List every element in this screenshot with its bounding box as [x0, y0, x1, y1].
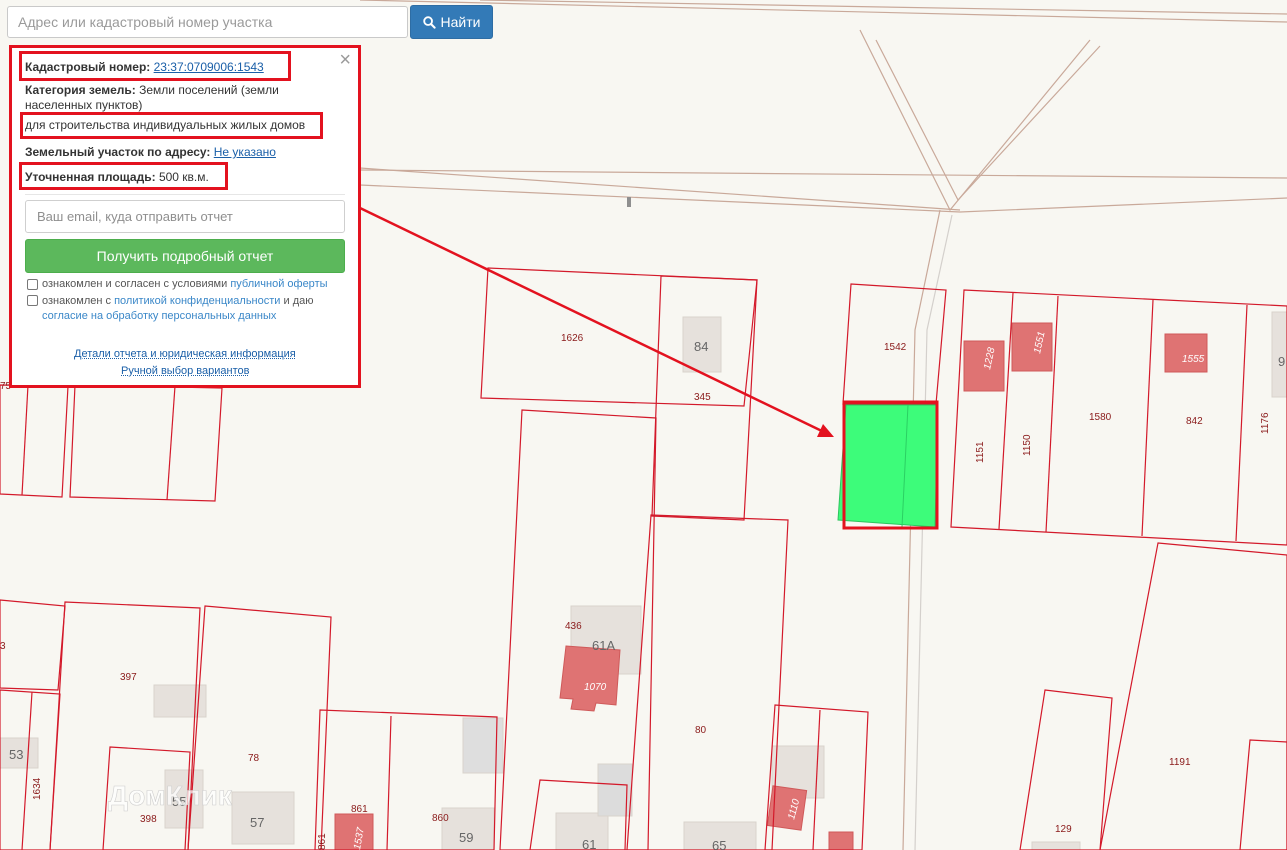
plot-label: 860	[432, 813, 449, 824]
area-highlight	[19, 162, 228, 190]
plot-label: 1176	[1260, 412, 1271, 434]
privacy-agreement: ознакомлен с политикой конфиденциальност…	[42, 294, 342, 324]
parcel-info-panel: × Кадастровый номер: 23:37:0709006:1543 …	[9, 45, 361, 388]
plot-label: 436	[565, 621, 582, 632]
house-number: 61А	[592, 638, 615, 653]
house-number: 57	[250, 815, 264, 830]
plot-label: 861	[317, 833, 328, 850]
house-number: 84	[694, 339, 708, 354]
get-report-button[interactable]: Получить подробный отчет	[25, 239, 345, 273]
search-bar	[7, 6, 408, 38]
privacy-agreement-text: ознакомлен с	[42, 295, 112, 307]
house-number: 59	[459, 830, 473, 845]
address-link[interactable]: Не указано	[214, 145, 276, 159]
cadastral-number-highlight	[19, 51, 291, 81]
marker-icon	[627, 197, 631, 207]
plot-label: 1542	[884, 342, 907, 353]
plot-label: 842	[1186, 416, 1203, 427]
address-row: Земельный участок по адресу: Не указано	[25, 145, 276, 159]
offer-link[interactable]: публичной оферты	[230, 278, 327, 290]
plot-label: 1150	[1022, 434, 1033, 456]
report-details-link[interactable]: Детали отчета и юридическая информация	[74, 348, 296, 360]
plot-label: 397	[120, 672, 137, 683]
manual-selection-link[interactable]: Ручной выбор вариантов	[121, 365, 249, 377]
offer-agreement: ознакомлен и согласен с условиями публич…	[42, 278, 328, 290]
land-category-label: Категория земель:	[25, 83, 136, 97]
plot-label: 1580	[1089, 412, 1112, 423]
privacy-agreement-mid: и даю	[283, 295, 314, 307]
plot-label: 398	[140, 814, 157, 825]
house-number: 61	[582, 837, 596, 850]
selected-parcel[interactable]	[837, 404, 939, 528]
offer-checkbox[interactable]	[27, 279, 38, 290]
plot-label: 129	[1055, 824, 1072, 835]
plot-label: 861	[351, 804, 368, 815]
land-category-row: Категория земель: Земли поселений (земли…	[25, 83, 300, 113]
plot-label: 80	[695, 725, 707, 736]
offer-agreement-text: ознакомлен и согласен с условиями	[42, 278, 228, 290]
consent-link[interactable]: согласие на обработку персональных данны…	[42, 310, 276, 322]
plot-label: 78	[248, 753, 260, 764]
house-number: 9	[1278, 354, 1285, 369]
plot-label: 1191	[1169, 757, 1191, 768]
privacy-policy-link[interactable]: политикой конфиденциальности	[114, 295, 280, 307]
privacy-checkbox[interactable]	[27, 295, 38, 306]
search-button[interactable]: Найти	[410, 5, 493, 39]
search-icon	[422, 15, 436, 29]
plot-label: 345	[694, 392, 711, 403]
permitted-use-highlight	[20, 112, 323, 139]
house-number: 53	[9, 747, 23, 762]
divider	[25, 194, 345, 195]
plot-label: 1634	[32, 777, 43, 800]
search-input[interactable]	[7, 6, 408, 38]
plot-label: 3	[0, 641, 6, 652]
building-label: 1070	[584, 682, 607, 693]
house-number: 65	[712, 838, 726, 850]
building-label: 1555	[1182, 354, 1205, 365]
plot-label: 1626	[561, 333, 584, 344]
address-label: Земельный участок по адресу:	[25, 145, 211, 159]
close-icon[interactable]: ×	[339, 50, 351, 70]
watermark-logo: ДомКлик	[108, 780, 233, 811]
plot-label: 1151	[975, 441, 986, 463]
email-input[interactable]	[25, 200, 345, 233]
search-button-label: Найти	[440, 14, 481, 30]
